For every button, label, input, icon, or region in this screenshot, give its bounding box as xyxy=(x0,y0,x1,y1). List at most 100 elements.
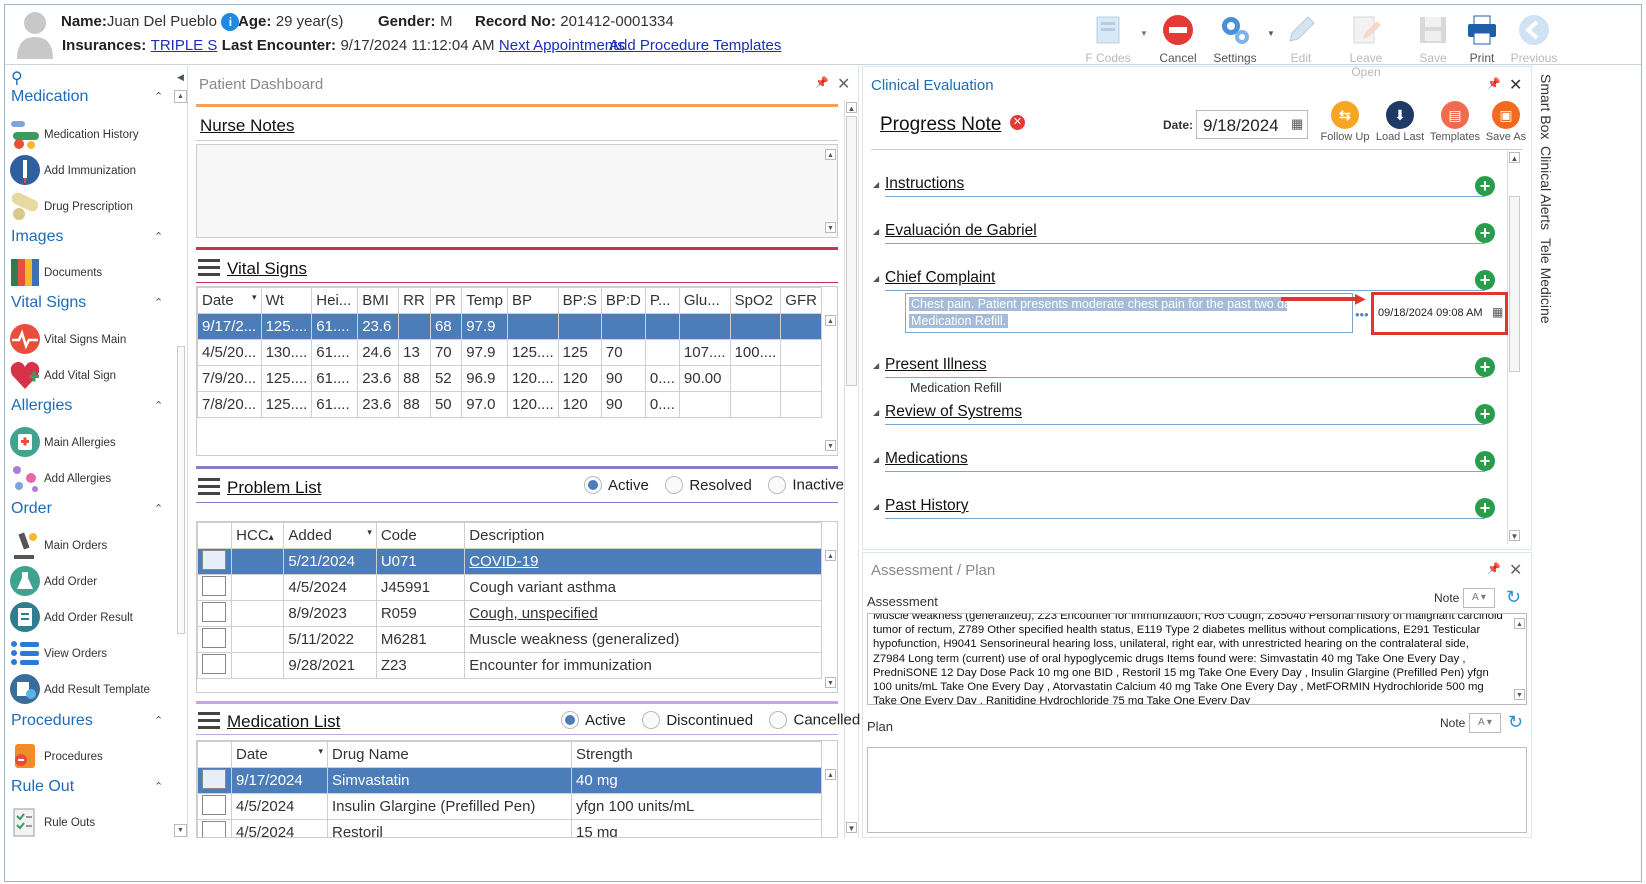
problem-resolved-radio[interactable] xyxy=(665,476,684,494)
chief-complaint-datetime[interactable]: 09/18/2024 09:08 AM ▦ xyxy=(1371,292,1508,335)
column-header[interactable]: PR xyxy=(429,287,463,314)
nav-add-immunization[interactable]: Add Immunization xyxy=(9,154,179,188)
column-header[interactable]: Temp xyxy=(461,287,508,314)
nurse-notes-textarea[interactable]: ▲ ▼ xyxy=(196,144,838,238)
section-past-history[interactable]: Past History xyxy=(873,497,969,515)
table-row[interactable]: 5/11/2022 M6281 Muscle weakness (generaliz… xyxy=(197,626,822,653)
column-header[interactable]: HCC▴ xyxy=(231,522,285,549)
column-header[interactable]: Date ▾ xyxy=(231,741,328,768)
sort-asc-icon[interactable]: ▴ xyxy=(269,532,274,543)
nav-group-procedures[interactable]: Procedures ⌃ xyxy=(11,712,163,730)
column-header[interactable]: Wt xyxy=(260,287,313,314)
more-dots-icon[interactable]: ••• xyxy=(1355,307,1369,322)
tele-medicine-tab[interactable]: Tele Medicine xyxy=(1538,238,1554,324)
pin-icon[interactable]: 📌 xyxy=(1487,77,1501,90)
print-button[interactable]: Print xyxy=(1454,13,1510,65)
nav-view-orders[interactable]: View Orders xyxy=(9,637,179,671)
add-evaluacion-button[interactable]: + xyxy=(1475,223,1495,243)
info-icon[interactable]: i xyxy=(221,13,240,31)
add-review-of-systems-button[interactable]: + xyxy=(1475,404,1495,424)
add-instructions-button[interactable]: + xyxy=(1475,176,1495,196)
remove-note-icon[interactable]: ✕ xyxy=(1010,115,1025,130)
column-header[interactable]: BMI xyxy=(357,287,400,314)
nav-drug-prescription[interactable]: Drug Prescription xyxy=(9,190,179,224)
nav-group-order[interactable]: Order ⌃ xyxy=(11,500,163,518)
refresh-icon[interactable]: ↻ xyxy=(1508,712,1523,733)
sort-dropdown-icon[interactable]: ▾ xyxy=(367,527,372,538)
next-appointments-link[interactable]: Next Appointments xyxy=(499,37,625,54)
add-present-illness-button[interactable]: + xyxy=(1475,357,1495,377)
sort-dropdown-icon[interactable]: ▾ xyxy=(252,292,257,303)
cancel-button[interactable]: Cancel xyxy=(1150,13,1206,65)
nav-group-rule-out[interactable]: Rule Out ⌃ xyxy=(11,778,163,796)
nav-rule-outs[interactable]: Rule Outs xyxy=(9,806,179,838)
section-review-of-systems[interactable]: Review of Systrems xyxy=(873,403,1022,421)
section-evaluacion[interactable]: Evaluación de Gabriel xyxy=(873,222,1037,240)
nav-group-allergies[interactable]: Allergies ⌃ xyxy=(11,397,163,415)
load-last-button[interactable]: ⬇ Load Last xyxy=(1370,101,1430,143)
save-as-button[interactable]: ▣ Save As xyxy=(1476,101,1536,143)
follow-up-button[interactable]: ⇆ Follow Up xyxy=(1315,101,1375,143)
nav-add-order-result[interactable]: Add Order Result xyxy=(9,601,179,635)
column-header[interactable]: RR xyxy=(398,287,431,314)
section-medications[interactable]: Medications xyxy=(873,450,968,468)
column-header[interactable]: Strength xyxy=(571,741,822,768)
nav-group-images[interactable]: Images ⌃ xyxy=(11,228,163,246)
refresh-icon[interactable]: ↻ xyxy=(1506,587,1521,608)
table-row[interactable]: 4/5/2024 J45991 Cough variant asthma xyxy=(197,574,822,601)
section-present-illness[interactable]: Present Illness xyxy=(873,356,987,374)
nav-main-allergies[interactable]: Main Allergies xyxy=(9,426,179,460)
nav-group-medication[interactable]: Medication ⌃ xyxy=(11,88,163,106)
fcodes-button[interactable]: F Codes xyxy=(1080,13,1136,65)
column-header[interactable] xyxy=(197,522,233,549)
add-medications-button[interactable]: + xyxy=(1475,451,1495,471)
note-scrollbar[interactable]: ▲ ▼ xyxy=(1507,150,1521,544)
nav-procedures[interactable]: Procedures xyxy=(9,740,179,774)
table-row[interactable]: 9/17/2024 Simvastatin 40 mg xyxy=(197,767,822,794)
row-checkbox-cell[interactable] xyxy=(197,793,232,820)
column-header[interactable]: SpO2 xyxy=(729,287,782,314)
pin-icon[interactable]: 📌 xyxy=(1487,562,1501,575)
row-checkbox-cell[interactable] xyxy=(197,626,233,653)
note-date-input[interactable]: 9/18/2024 ▦ xyxy=(1196,110,1308,139)
description-cell[interactable]: COVID-19 xyxy=(464,548,822,575)
hamburger-icon[interactable] xyxy=(198,478,220,496)
table-row[interactable]: 9/17/2... 125.... 61.... 23.6 68 97.9 xyxy=(197,313,822,340)
nav-main-orders[interactable]: Main Orders xyxy=(9,529,179,563)
column-header[interactable]: Drug Name xyxy=(327,741,572,768)
row-checkbox-cell[interactable] xyxy=(197,600,233,627)
column-header[interactable]: Glu... xyxy=(678,287,731,314)
hamburger-icon[interactable] xyxy=(198,259,220,277)
add-past-history-button[interactable]: + xyxy=(1475,498,1495,518)
close-icon[interactable]: ✕ xyxy=(1509,560,1522,580)
column-header[interactable]: Hei... xyxy=(311,287,359,314)
table-row[interactable]: 4/5/2024 Restoril 15 mg xyxy=(197,819,822,837)
row-checkbox[interactable] xyxy=(202,653,226,674)
med-active-radio[interactable] xyxy=(561,711,579,729)
close-icon[interactable]: ✕ xyxy=(1509,75,1522,95)
add-procedure-templates-link[interactable]: Add Procedure Templates xyxy=(609,37,781,54)
plan-textarea[interactable] xyxy=(867,747,1527,833)
table-row[interactable]: 7/9/20... 125.... 61.... 23.6 88 52 96.9 120...… xyxy=(197,365,822,392)
column-header[interactable]: Description xyxy=(464,522,822,549)
add-chief-complaint-button[interactable]: + xyxy=(1475,270,1495,290)
column-header[interactable]: Date ▾ xyxy=(197,287,262,314)
row-checkbox-cell[interactable] xyxy=(197,652,233,679)
row-checkbox[interactable] xyxy=(202,601,226,622)
column-header[interactable]: GFR xyxy=(780,287,822,314)
row-checkbox-cell[interactable] xyxy=(197,819,232,837)
assessment-note-dropdown[interactable]: A ▾ xyxy=(1463,588,1495,608)
settings-button[interactable]: Settings xyxy=(1207,13,1263,65)
save-button[interactable]: Save xyxy=(1405,13,1461,65)
row-checkbox-cell[interactable] xyxy=(197,767,232,794)
row-checkbox-cell[interactable] xyxy=(197,574,233,601)
insurance-link[interactable]: TRIPLE S xyxy=(151,37,218,54)
sort-dropdown-icon[interactable]: ▾ xyxy=(318,746,323,757)
column-header[interactable]: P... xyxy=(644,287,680,314)
smart-box-tab[interactable]: Smart Box xyxy=(1538,74,1554,139)
table-row[interactable]: 4/5/20... 130.... 61.... 24.6 13 70 97.9 125...… xyxy=(197,339,822,366)
column-header[interactable]: BP:S xyxy=(557,287,602,314)
nav-add-order[interactable]: Add Order xyxy=(9,565,179,599)
row-checkbox[interactable] xyxy=(202,575,226,596)
hamburger-icon[interactable] xyxy=(198,712,220,730)
